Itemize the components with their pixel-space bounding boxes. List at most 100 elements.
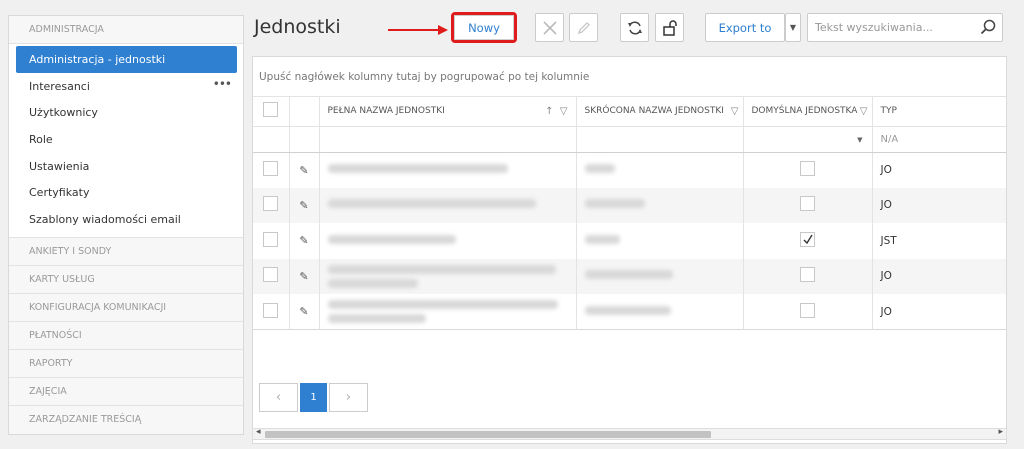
row-select[interactable] <box>253 152 290 188</box>
more-icon[interactable]: ••• <box>213 78 232 90</box>
row-checkbox[interactable] <box>263 231 279 247</box>
pencil-icon[interactable]: ✎ <box>299 164 308 177</box>
row-select[interactable] <box>253 223 290 259</box>
section-konfiguracja[interactable]: KONFIGURACJA KOMUNIKACJI <box>9 293 243 322</box>
sidebar-item-uzytkownicy[interactable]: Użytkownicy <box>9 99 243 126</box>
sidebar-item-szablony[interactable]: Szablony wiadomości email <box>9 206 243 233</box>
filter-skrocona-nazwa[interactable] <box>576 126 744 153</box>
redacted-text <box>584 234 620 244</box>
row-edit[interactable]: ✎ <box>289 223 320 259</box>
delete-button[interactable] <box>535 13 564 42</box>
row-checkbox[interactable] <box>263 161 279 176</box>
sidebar-items: Administracja - jednostki Interesanci •••… <box>9 44 243 238</box>
row-checkbox[interactable] <box>263 196 279 212</box>
row-select[interactable] <box>253 258 290 294</box>
default-checkbox <box>800 161 815 176</box>
chevron-right-icon: › <box>345 390 352 405</box>
prev-page-button[interactable]: ‹ <box>259 383 298 412</box>
row-checkbox[interactable] <box>263 302 279 318</box>
column-header-pelna-nazwa[interactable]: PEŁNA NAZWA JEDNOSTKI ↑ ▽ <box>319 97 577 127</box>
row-edit[interactable]: ✎ <box>289 152 320 188</box>
check-icon <box>803 234 813 244</box>
section-raporty[interactable]: RAPORTY <box>9 349 243 378</box>
sidebar-item-role[interactable]: Role <box>9 126 243 153</box>
default-checkbox-checked <box>800 231 815 247</box>
filter-pelna-nazwa[interactable] <box>319 126 577 153</box>
redacted-text <box>584 199 645 209</box>
redacted-text <box>327 164 508 173</box>
search-input[interactable]: Tekst wyszukiwania... <box>807 13 1003 42</box>
sidebar-item-label: Administracja - jednostki <box>29 52 166 66</box>
column-header-typ[interactable]: TYP <box>872 97 1006 127</box>
row-edit[interactable]: ✎ <box>289 187 320 223</box>
cell-pelna-nazwa <box>319 294 577 330</box>
sidebar-item-ustawienia[interactable]: Ustawienia <box>9 153 243 180</box>
section-platnosci[interactable]: PŁATNOŚCI <box>9 321 243 350</box>
cell-skrocona-nazwa <box>576 258 744 294</box>
cell-skrocona-nazwa <box>576 294 744 330</box>
section-label: ZARZĄDZANIE TREŚCIĄ <box>29 414 142 426</box>
filter-icon[interactable]: ▽ <box>731 106 739 117</box>
redacted-text <box>327 199 536 209</box>
new-button[interactable]: Nowy <box>451 12 517 43</box>
pencil-icon[interactable]: ✎ <box>299 270 308 283</box>
scroll-thumb[interactable] <box>265 431 711 438</box>
sidebar-item-administracja-jednostki[interactable]: Administracja - jednostki <box>16 46 237 73</box>
cell-domyslna <box>743 223 873 259</box>
filter-domyslna[interactable]: ▼ <box>743 126 873 153</box>
filter-cell <box>289 126 320 153</box>
cell-skrocona-nazwa <box>576 187 744 223</box>
chevron-down-icon[interactable]: ▼ <box>857 136 862 144</box>
group-panel[interactable]: Upuść nagłówek kolumny tutaj by pogrupow… <box>253 57 1006 97</box>
column-label: DOMYŚLNA JEDNOSTKA <box>751 106 858 117</box>
section-ankiety[interactable]: ANKIETY I SONDY <box>9 237 243 266</box>
table-row[interactable]: ✎ JST <box>253 223 1006 259</box>
sidebar-item-label: Szablony wiadomości email <box>29 212 181 226</box>
row-checkbox[interactable] <box>263 267 279 283</box>
export-dropdown[interactable]: ▼ <box>785 13 801 42</box>
table-row[interactable]: ✎ JO <box>253 152 1006 188</box>
section-karty-uslug[interactable]: KARTY USŁUG <box>9 265 243 294</box>
row-edit[interactable]: ✎ <box>289 258 320 294</box>
table-row[interactable]: ✎ JO <box>253 258 1006 294</box>
export-button[interactable]: Export to <box>705 13 785 42</box>
refresh-button[interactable] <box>620 13 649 42</box>
data-grid: Upuść nagłówek kolumny tutaj by pogrupow… <box>252 56 1007 444</box>
select-all-checkbox[interactable] <box>263 102 279 118</box>
table-row[interactable]: ✎ JO <box>253 294 1006 330</box>
unlock-button[interactable] <box>655 13 684 42</box>
page-button-current[interactable]: 1 <box>300 383 327 412</box>
chevron-down-icon: ▼ <box>789 23 797 32</box>
next-page-button[interactable]: › <box>329 383 368 412</box>
redacted-text <box>327 264 556 274</box>
column-header-skrocona-nazwa[interactable]: SKRÓCONA NAZWA JEDNOSTKI ▽ <box>576 97 744 127</box>
sidebar-item-certyfikaty[interactable]: Certyfikaty <box>9 179 243 206</box>
column-header-domyslna[interactable]: DOMYŚLNA JEDNOSTKA ▽ <box>743 97 873 127</box>
horizontal-scrollbar[interactable]: ◂ ▸ <box>252 427 1007 440</box>
scroll-left-icon[interactable]: ◂ <box>256 427 261 437</box>
row-select[interactable] <box>253 294 290 330</box>
cell-typ: JO <box>872 258 1006 294</box>
edit-button[interactable] <box>569 13 598 42</box>
pencil-icon[interactable]: ✎ <box>299 234 308 247</box>
sidebar-item-interesanci[interactable]: Interesanci ••• <box>9 73 243 100</box>
pencil-icon[interactable]: ✎ <box>299 199 308 212</box>
sort-filter-icons[interactable]: ↑ ▽ <box>545 106 567 117</box>
cell-typ: JO <box>872 294 1006 330</box>
filter-typ[interactable]: N/A <box>872 126 1006 153</box>
section-zarzadzanie[interactable]: ZARZĄDZANIE TREŚCIĄ <box>9 405 243 434</box>
default-checkbox <box>800 302 815 318</box>
section-label: KARTY USŁUG <box>29 273 95 285</box>
search-icon[interactable] <box>980 19 996 35</box>
pencil-icon[interactable]: ✎ <box>299 305 308 318</box>
section-administracja[interactable]: ADMINISTRACJA <box>9 16 243 44</box>
table-row[interactable]: ✎ JO <box>253 187 1006 223</box>
filter-icon[interactable]: ▽ <box>860 106 868 117</box>
select-all-cell[interactable] <box>253 97 290 127</box>
section-zajecia[interactable]: ZAJĘCIA <box>9 377 243 406</box>
section-label: ANKIETY I SONDY <box>29 245 112 257</box>
row-edit[interactable]: ✎ <box>289 294 320 330</box>
row-select[interactable] <box>253 187 290 223</box>
scroll-right-icon[interactable]: ▸ <box>998 427 1003 437</box>
section-label: KONFIGURACJA KOMUNIKACJI <box>29 301 167 313</box>
